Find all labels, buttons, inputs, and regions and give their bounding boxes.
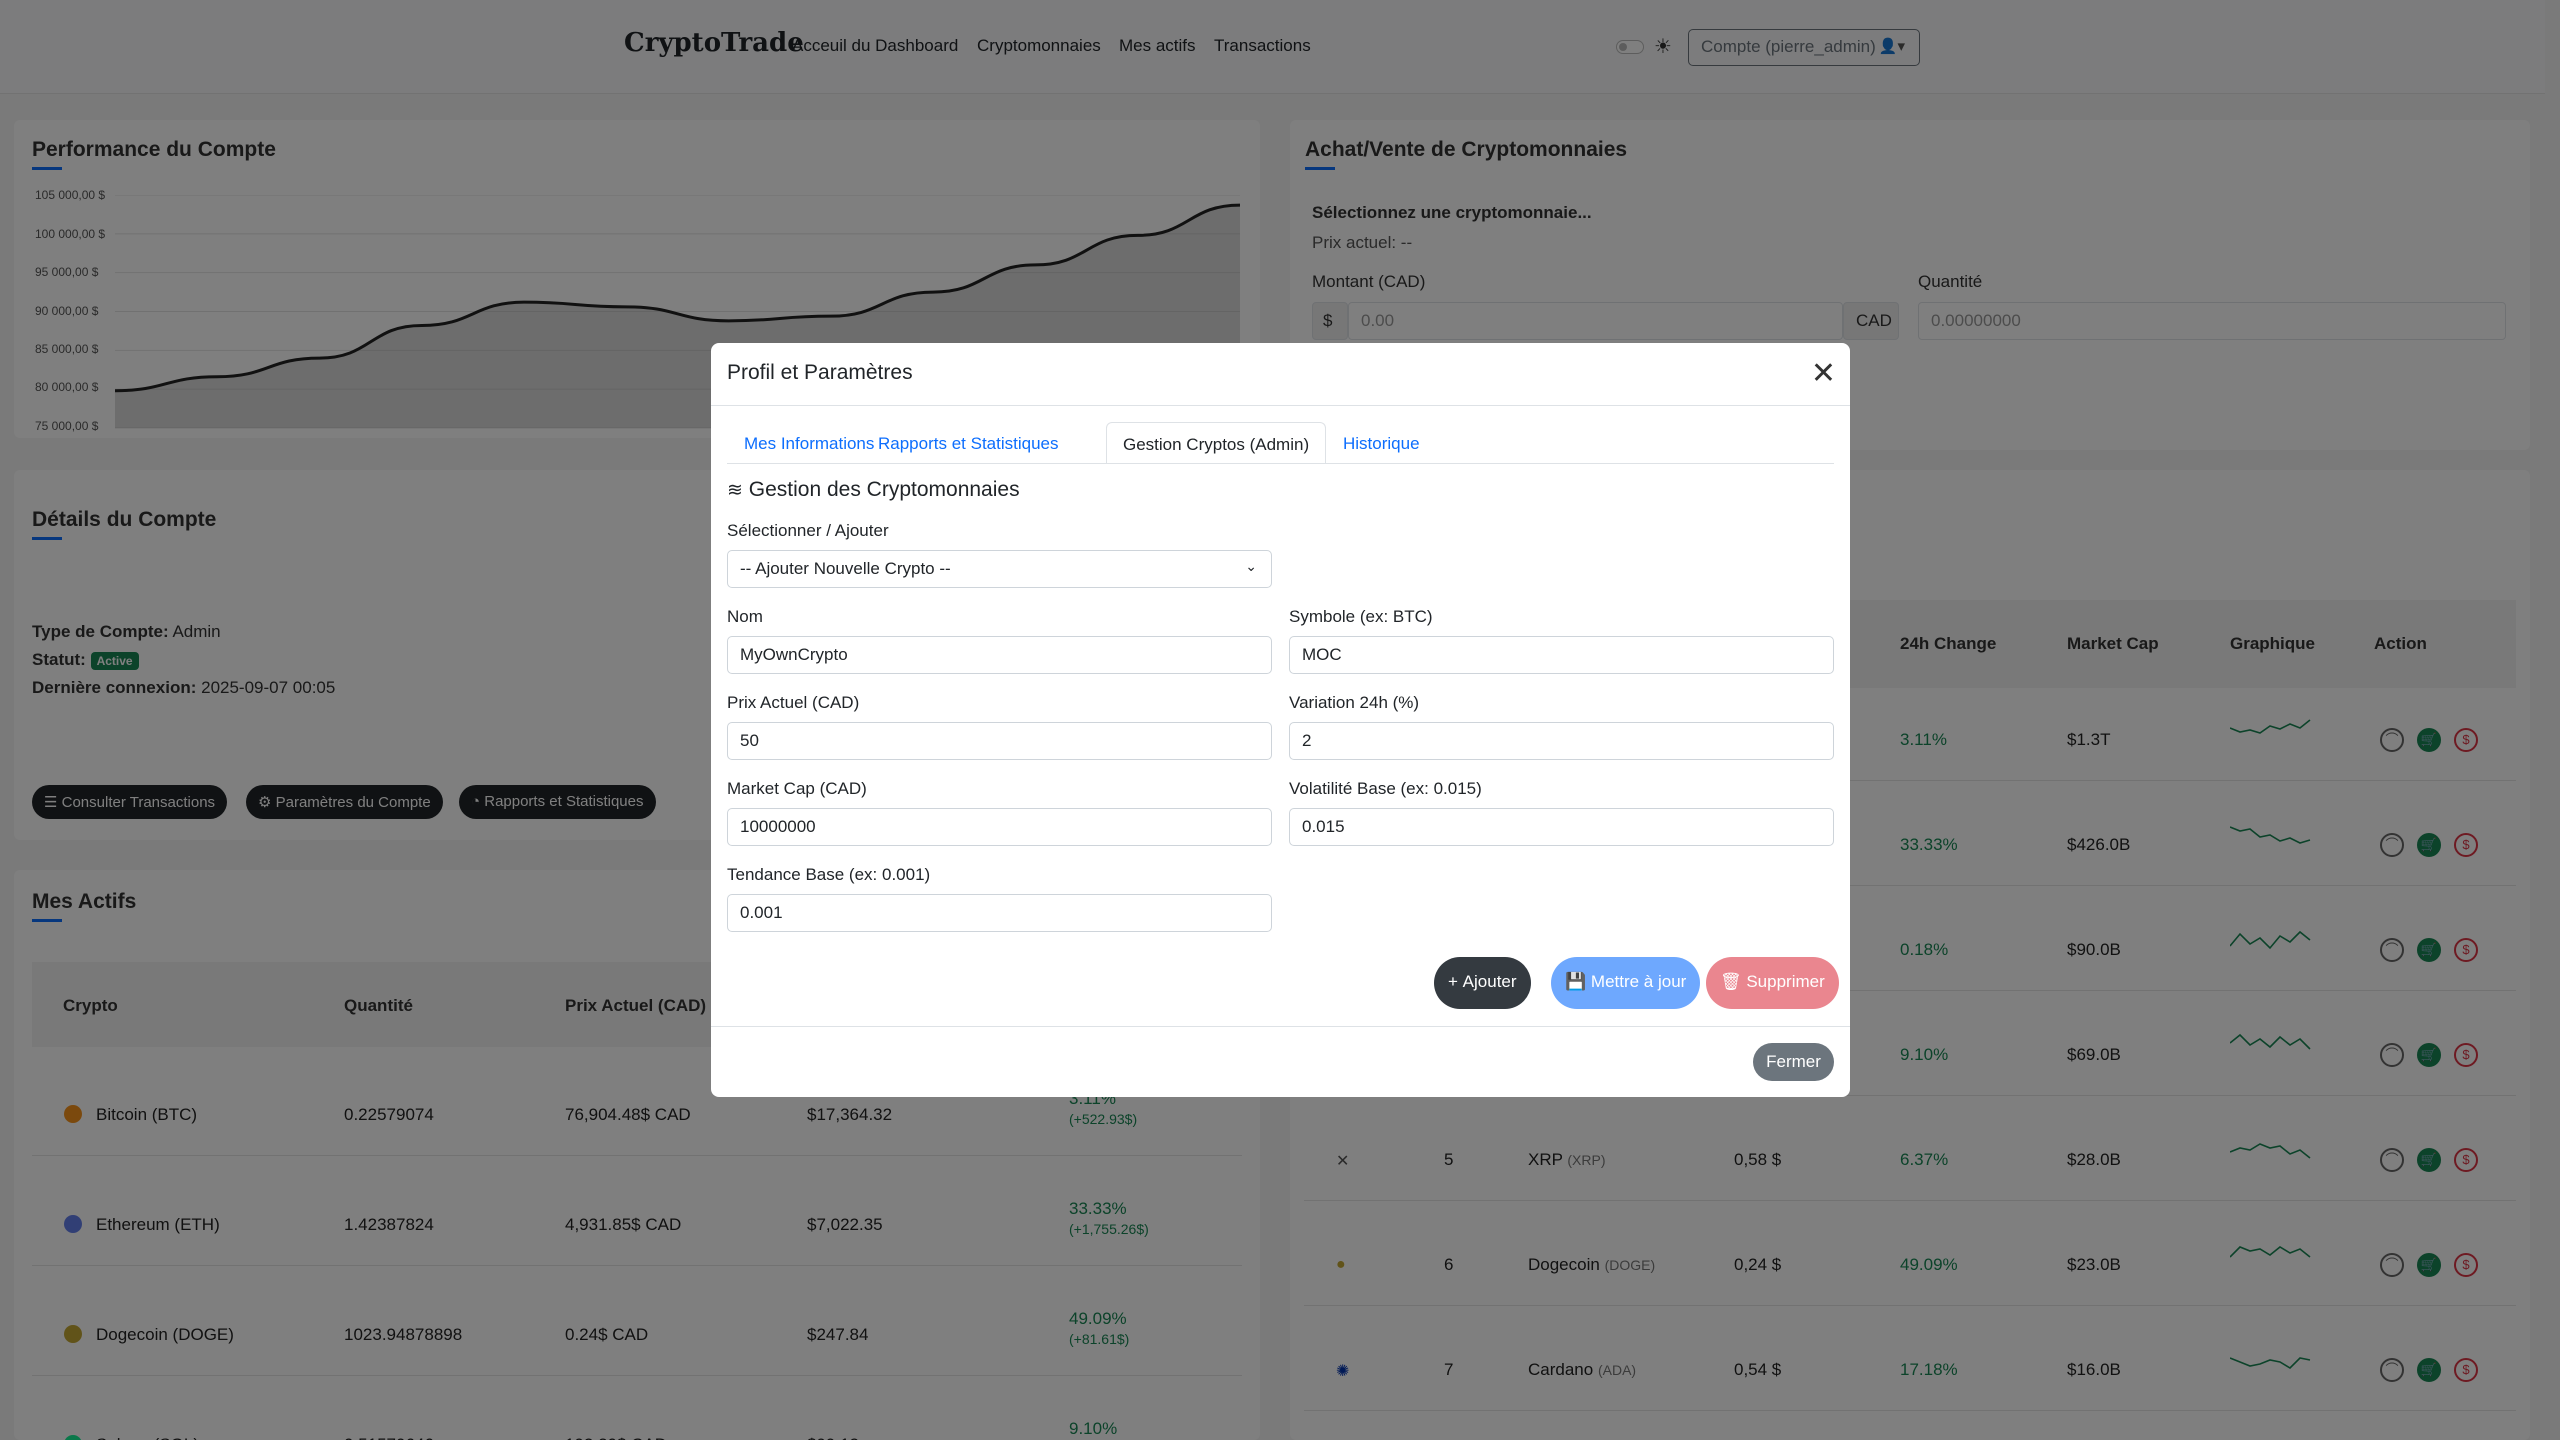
tabs-divider <box>727 463 1834 464</box>
nom-label: Nom <box>727 607 763 626</box>
modal-title: Profil et Paramètres <box>727 361 913 384</box>
nom-input[interactable]: MyOwnCrypto <box>727 636 1272 674</box>
section-title: ≋ Gestion des Cryptomonnaies <box>727 478 1020 501</box>
volatilite-label: Volatilité Base (ex: 0.015) <box>1289 779 1482 798</box>
tab-reports[interactable]: Rapports et Statistiques <box>862 422 1074 464</box>
profile-settings-modal: Profil et Paramètres ✕ Mes Informations … <box>711 343 1850 1097</box>
symbole-label: Symbole (ex: BTC) <box>1289 607 1433 626</box>
trash-icon: 🗑 <box>1720 972 1742 991</box>
tab-crypto-admin[interactable]: Gestion Cryptos (Admin) <box>1106 422 1327 464</box>
save-icon: 💾 <box>1565 972 1587 991</box>
select-label: Sélectionner / Ajouter <box>727 521 889 540</box>
tab-history[interactable]: Historique <box>1327 422 1436 464</box>
chevron-down-icon: ⌄ <box>1245 558 1257 574</box>
tendance-input[interactable]: 0.001 <box>727 894 1272 932</box>
crypto-select[interactable]: -- Ajouter Nouvelle Crypto -- ⌄ <box>727 550 1272 588</box>
tendance-label: Tendance Base (ex: 0.001) <box>727 865 931 884</box>
modal-header-divider <box>711 405 1850 406</box>
prix-label: Prix Actuel (CAD) <box>727 693 860 712</box>
plus-icon: + <box>1448 972 1458 991</box>
marketcap-input[interactable]: 10000000 <box>727 808 1272 846</box>
variation-label: Variation 24h (%) <box>1289 693 1420 712</box>
delete-button[interactable]: 🗑 Supprimer <box>1706 957 1839 1009</box>
symbole-input[interactable]: MOC <box>1289 636 1834 674</box>
close-button[interactable]: Fermer <box>1753 1043 1834 1081</box>
add-button[interactable]: + Ajouter <box>1434 957 1531 1009</box>
update-button[interactable]: 💾 Mettre à jour <box>1551 957 1701 1009</box>
marketcap-label: Market Cap (CAD) <box>727 779 867 798</box>
close-icon[interactable]: ✕ <box>1811 359 1836 389</box>
variation-input[interactable]: 2 <box>1289 722 1834 760</box>
modal-footer-divider <box>711 1026 1850 1027</box>
coins-stack-icon: ≋ <box>727 480 743 501</box>
prix-input[interactable]: 50 <box>727 722 1272 760</box>
volatilite-input[interactable]: 0.015 <box>1289 808 1834 846</box>
